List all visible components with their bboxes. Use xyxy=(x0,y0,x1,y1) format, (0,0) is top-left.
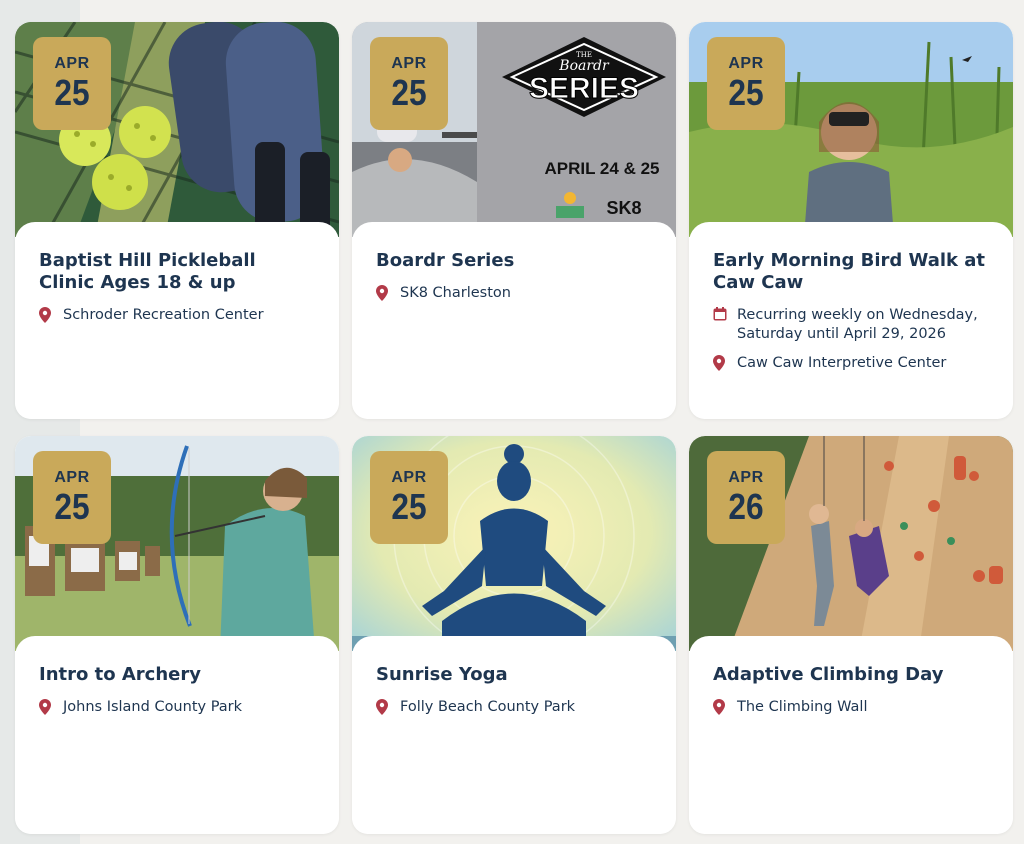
event-card-body: Sunrise Yoga Folly Beach County Park xyxy=(352,636,676,834)
event-location: Folly Beach County Park xyxy=(376,698,652,717)
event-location: Johns Island County Park xyxy=(39,698,315,717)
event-location: Caw Caw Interpretive Center xyxy=(713,354,989,373)
date-month: APR xyxy=(728,55,764,72)
event-title[interactable]: Baptist Hill Pickleball Clinic Ages 18 &… xyxy=(39,250,315,294)
boardr-series-text: SERIES xyxy=(529,72,639,105)
event-card-body: Baptist Hill Pickleball Clinic Ages 18 &… xyxy=(15,222,339,419)
date-badge: APR 25 xyxy=(370,37,448,130)
map-pin-icon xyxy=(376,285,390,303)
date-badge: APR 25 xyxy=(370,451,448,544)
date-day: 25 xyxy=(54,486,90,527)
calendar-icon xyxy=(713,307,727,325)
event-card[interactable]: APR 25 Early Morning Bird Walk at Caw Ca… xyxy=(689,22,1013,419)
event-title[interactable]: Intro to Archery xyxy=(39,664,315,686)
sk8-logo-text: SK8 xyxy=(606,198,641,218)
event-card-body: Early Morning Bird Walk at Caw Caw Recur… xyxy=(689,222,1013,419)
event-location-text: Johns Island County Park xyxy=(63,699,243,715)
event-location-text: Schroder Recreation Center xyxy=(63,307,264,323)
map-pin-icon xyxy=(39,699,53,717)
date-day: 25 xyxy=(391,72,427,113)
date-badge: APR 25 xyxy=(707,37,785,130)
map-pin-icon xyxy=(376,699,390,717)
event-card-body: Boardr Series SK8 Charleston xyxy=(352,222,676,419)
event-location-text: The Climbing Wall xyxy=(737,699,868,715)
date-month: APR xyxy=(391,55,427,72)
event-location-text: Folly Beach County Park xyxy=(400,699,576,715)
event-grid: APR 25 Baptist Hill Pickleball Clinic Ag… xyxy=(15,0,1014,844)
event-recurrence: Recurring weekly on Wednesday, Saturday … xyxy=(713,306,989,344)
boardr-dates-text: APRIL 24 & 25 xyxy=(545,159,660,178)
date-month: APR xyxy=(728,469,764,486)
event-title[interactable]: Early Morning Bird Walk at Caw Caw xyxy=(713,250,989,294)
event-title[interactable]: Boardr Series xyxy=(376,250,652,272)
event-card[interactable]: APR 25 Baptist Hill Pickleball Clinic Ag… xyxy=(15,22,339,419)
date-day: 25 xyxy=(391,486,427,527)
date-day: 25 xyxy=(728,72,764,113)
event-card[interactable]: APR 25 Intro to Archery Johns Island Cou… xyxy=(15,436,339,834)
event-location: Schroder Recreation Center xyxy=(39,306,315,325)
date-badge: APR 25 xyxy=(33,37,111,130)
date-month: APR xyxy=(54,55,90,72)
event-title[interactable]: Sunrise Yoga xyxy=(376,664,652,686)
map-pin-icon xyxy=(713,699,727,717)
event-card-body: Intro to Archery Johns Island County Par… xyxy=(15,636,339,834)
event-card-body: Adaptive Climbing Day The Climbing Wall xyxy=(689,636,1013,834)
event-location: The Climbing Wall xyxy=(713,698,989,717)
date-month: APR xyxy=(391,469,427,486)
event-card[interactable]: THE Boardr SERIES APRIL 24 & 25 SK8 APR … xyxy=(352,22,676,419)
event-title[interactable]: Adaptive Climbing Day xyxy=(713,664,989,686)
event-recurrence-text: Recurring weekly on Wednesday, Saturday … xyxy=(737,307,978,342)
event-location-text: Caw Caw Interpretive Center xyxy=(737,355,947,371)
map-pin-icon xyxy=(39,307,53,325)
event-card[interactable]: APR 26 Adaptive Climbing Day The Climbin… xyxy=(689,436,1013,834)
map-pin-icon xyxy=(713,355,727,373)
date-badge: APR 25 xyxy=(33,451,111,544)
event-location: SK8 Charleston xyxy=(376,284,652,303)
event-card[interactable]: APR 25 Sunrise Yoga Folly Beach County P… xyxy=(352,436,676,834)
date-month: APR xyxy=(54,469,90,486)
date-day: 26 xyxy=(728,486,764,527)
date-day: 25 xyxy=(54,72,90,113)
event-location-text: SK8 Charleston xyxy=(400,285,511,301)
date-badge: APR 26 xyxy=(707,451,785,544)
